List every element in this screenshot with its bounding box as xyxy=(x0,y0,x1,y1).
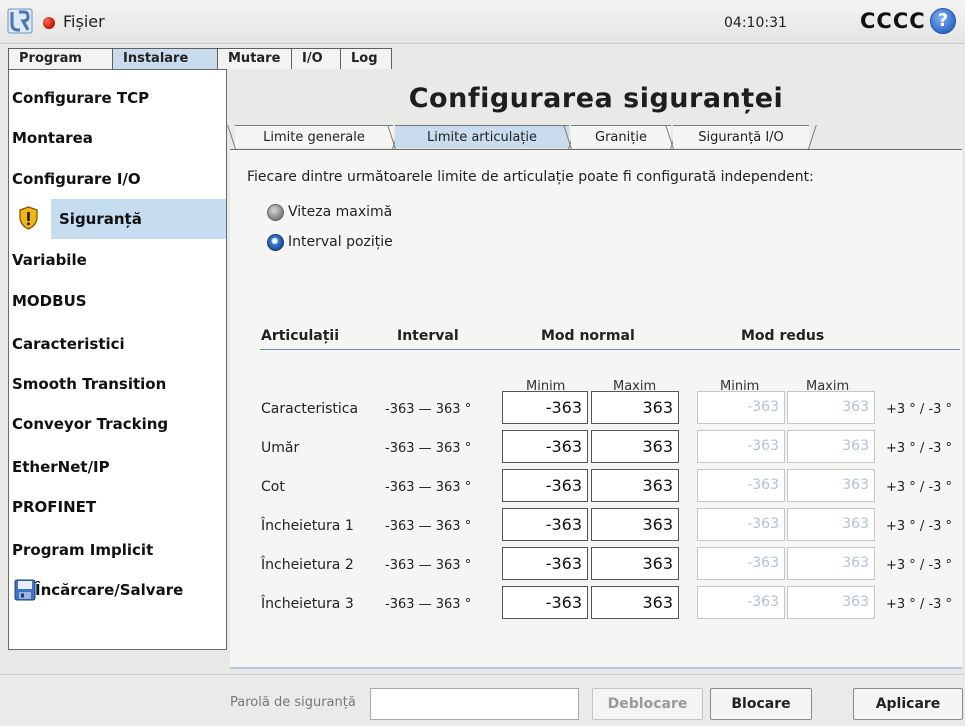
shoulder-normal-min-field[interactable]: -363 xyxy=(502,430,588,463)
shoulder-reduced-max-field: 363 xyxy=(787,430,875,463)
base-normal-min-field[interactable]: -363 xyxy=(502,391,588,424)
tab-boundaries[interactable]: Graniție xyxy=(571,125,671,148)
intro-text: Fiecare dintre următoarele limite de art… xyxy=(247,169,814,185)
sidebar-item-load-save[interactable]: Încărcare/Salvare xyxy=(9,570,226,610)
sidebar-item-default-program[interactable]: Program Implicit xyxy=(9,530,226,570)
sidebar-item-safety[interactable]: Siguranță xyxy=(51,199,226,239)
robot-status-icon xyxy=(43,17,55,29)
wrist-2-reduced-min-field: -363 xyxy=(697,547,785,580)
wrist-3-reduced-min-field: -363 xyxy=(697,586,785,619)
wrist-1-normal-max-field[interactable]: 363 xyxy=(591,508,679,541)
tab-log[interactable]: Log xyxy=(340,48,392,69)
wrist-1-normal-min-field[interactable]: -363 xyxy=(502,508,588,541)
wrist-1-reduced-min-field: -363 xyxy=(697,508,785,541)
joint-name-wrist-2: Încheietura 2 xyxy=(261,557,354,573)
tab-safety-io[interactable]: Siguranță I/O xyxy=(673,125,809,148)
safety-config-panel: Configurarea siguranței Limite generale … xyxy=(229,69,963,670)
robot-name: CCCC xyxy=(860,9,926,33)
joint-range-base: -363 — 363 ° xyxy=(385,402,472,417)
unlock-button[interactable]: Deblocare xyxy=(592,688,703,720)
elbow-reduced-min-field: -363 xyxy=(697,469,785,502)
joint-range-shoulder: -363 — 363 ° xyxy=(385,441,472,456)
sidebar-item-conveyor-tracking[interactable]: Conveyor Tracking xyxy=(9,404,226,444)
joint-name-wrist-3: Încheietura 3 xyxy=(261,596,354,612)
joint-name-wrist-1: Încheietura 1 xyxy=(261,518,354,534)
wrist-1-tolerance: +3 ° / -3 ° xyxy=(886,519,953,534)
joint-name-base: Caracteristica xyxy=(261,401,359,417)
sidebar-item-io-setup[interactable]: Configurare I/O xyxy=(9,159,226,199)
elbow-tolerance: +3 ° / -3 ° xyxy=(886,480,953,495)
tab-io[interactable]: I/O xyxy=(291,48,341,69)
joint-name-elbow: Cot xyxy=(261,479,285,495)
wrist-2-tolerance: +3 ° / -3 ° xyxy=(886,558,953,573)
radio-position-range-label[interactable]: Interval poziție xyxy=(288,234,393,250)
wrist-2-reduced-max-field: 363 xyxy=(787,547,875,580)
file-menu[interactable]: Fișier xyxy=(63,12,105,31)
header-divider xyxy=(260,349,960,350)
panel-bottom-divider xyxy=(230,667,962,669)
clock: 04:10:31 xyxy=(724,15,787,31)
base-normal-max-field[interactable]: 363 xyxy=(591,391,679,424)
wrist-3-tolerance: +3 ° / -3 ° xyxy=(886,597,953,612)
joint-limits-panel: Fiecare dintre următoarele limite de art… xyxy=(230,149,962,668)
tab-instalare[interactable]: Instalare xyxy=(112,48,218,70)
header-reduced-mode: Mod redus xyxy=(741,328,825,344)
help-icon[interactable]: ? xyxy=(930,8,956,34)
joint-name-shoulder: Umăr xyxy=(261,440,300,456)
page-title: Configurarea siguranței xyxy=(408,83,784,114)
wrist-3-normal-min-field[interactable]: -363 xyxy=(502,586,588,619)
radio-max-speed[interactable] xyxy=(267,204,284,221)
radio-max-speed-label[interactable]: Viteza maximă xyxy=(288,204,392,220)
sidebar-item-tcp[interactable]: Configurare TCP xyxy=(9,78,226,118)
header-joints: Articulații xyxy=(261,328,340,344)
tab-general-limits[interactable]: Limite generale xyxy=(235,125,393,148)
joint-range-wrist-2: -363 — 363 ° xyxy=(385,558,472,573)
shoulder-reduced-min-field: -363 xyxy=(697,430,785,463)
ur-logo-icon xyxy=(7,8,33,34)
safety-password-input[interactable] xyxy=(370,688,579,720)
wrist-3-normal-max-field[interactable]: 363 xyxy=(591,586,679,619)
sidebar-item-ethernet-ip[interactable]: EtherNet/IP xyxy=(9,447,226,487)
base-reduced-min-field: -363 xyxy=(697,391,785,424)
joint-range-elbow: -363 — 363 ° xyxy=(385,480,472,495)
wrist-2-normal-max-field[interactable]: 363 xyxy=(591,547,679,580)
sidebar-item-modbus[interactable]: MODBUS xyxy=(9,281,226,321)
top-bar: Fișier 04:10:31 CCCC ? xyxy=(0,0,965,44)
wrist-1-reduced-max-field: 363 xyxy=(787,508,875,541)
shoulder-normal-max-field[interactable]: 363 xyxy=(591,430,679,463)
header-interval: Interval xyxy=(397,328,459,344)
sidebar-item-profinet[interactable]: PROFINET xyxy=(9,487,226,527)
base-tolerance: +3 ° / -3 ° xyxy=(886,402,953,417)
sidebar-item-smooth-transition[interactable]: Smooth Transition xyxy=(9,364,226,404)
elbow-normal-max-field[interactable]: 363 xyxy=(591,469,679,502)
sidebar-item-variables[interactable]: Variabile xyxy=(9,240,226,280)
joint-range-wrist-1: -363 — 363 ° xyxy=(385,519,472,534)
tab-program[interactable]: Program xyxy=(8,48,113,69)
safety-password-label: Parolă de siguranță xyxy=(230,695,356,710)
sidebar-item-features[interactable]: Caracteristici xyxy=(9,324,226,364)
installation-sidebar: Configurare TCP Montarea Configurare I/O… xyxy=(8,69,227,650)
base-reduced-max-field: 363 xyxy=(787,391,875,424)
safety-shield-icon xyxy=(19,206,38,230)
lock-button[interactable]: Blocare xyxy=(710,688,812,720)
elbow-reduced-max-field: 363 xyxy=(787,469,875,502)
apply-button[interactable]: Aplicare xyxy=(853,688,963,720)
sidebar-item-mounting[interactable]: Montarea xyxy=(9,118,226,158)
wrist-2-normal-min-field[interactable]: -363 xyxy=(502,547,588,580)
header-normal-mode: Mod normal xyxy=(541,328,635,344)
shoulder-tolerance: +3 ° / -3 ° xyxy=(886,441,953,456)
wrist-3-reduced-max-field: 363 xyxy=(787,586,875,619)
tab-mutare[interactable]: Mutare xyxy=(217,48,292,69)
tab-joint-limits[interactable]: Limite articulație xyxy=(395,125,569,148)
joint-range-wrist-3: -363 — 363 ° xyxy=(385,597,472,612)
elbow-normal-min-field[interactable]: -363 xyxy=(502,469,588,502)
radio-position-range[interactable] xyxy=(267,234,284,251)
